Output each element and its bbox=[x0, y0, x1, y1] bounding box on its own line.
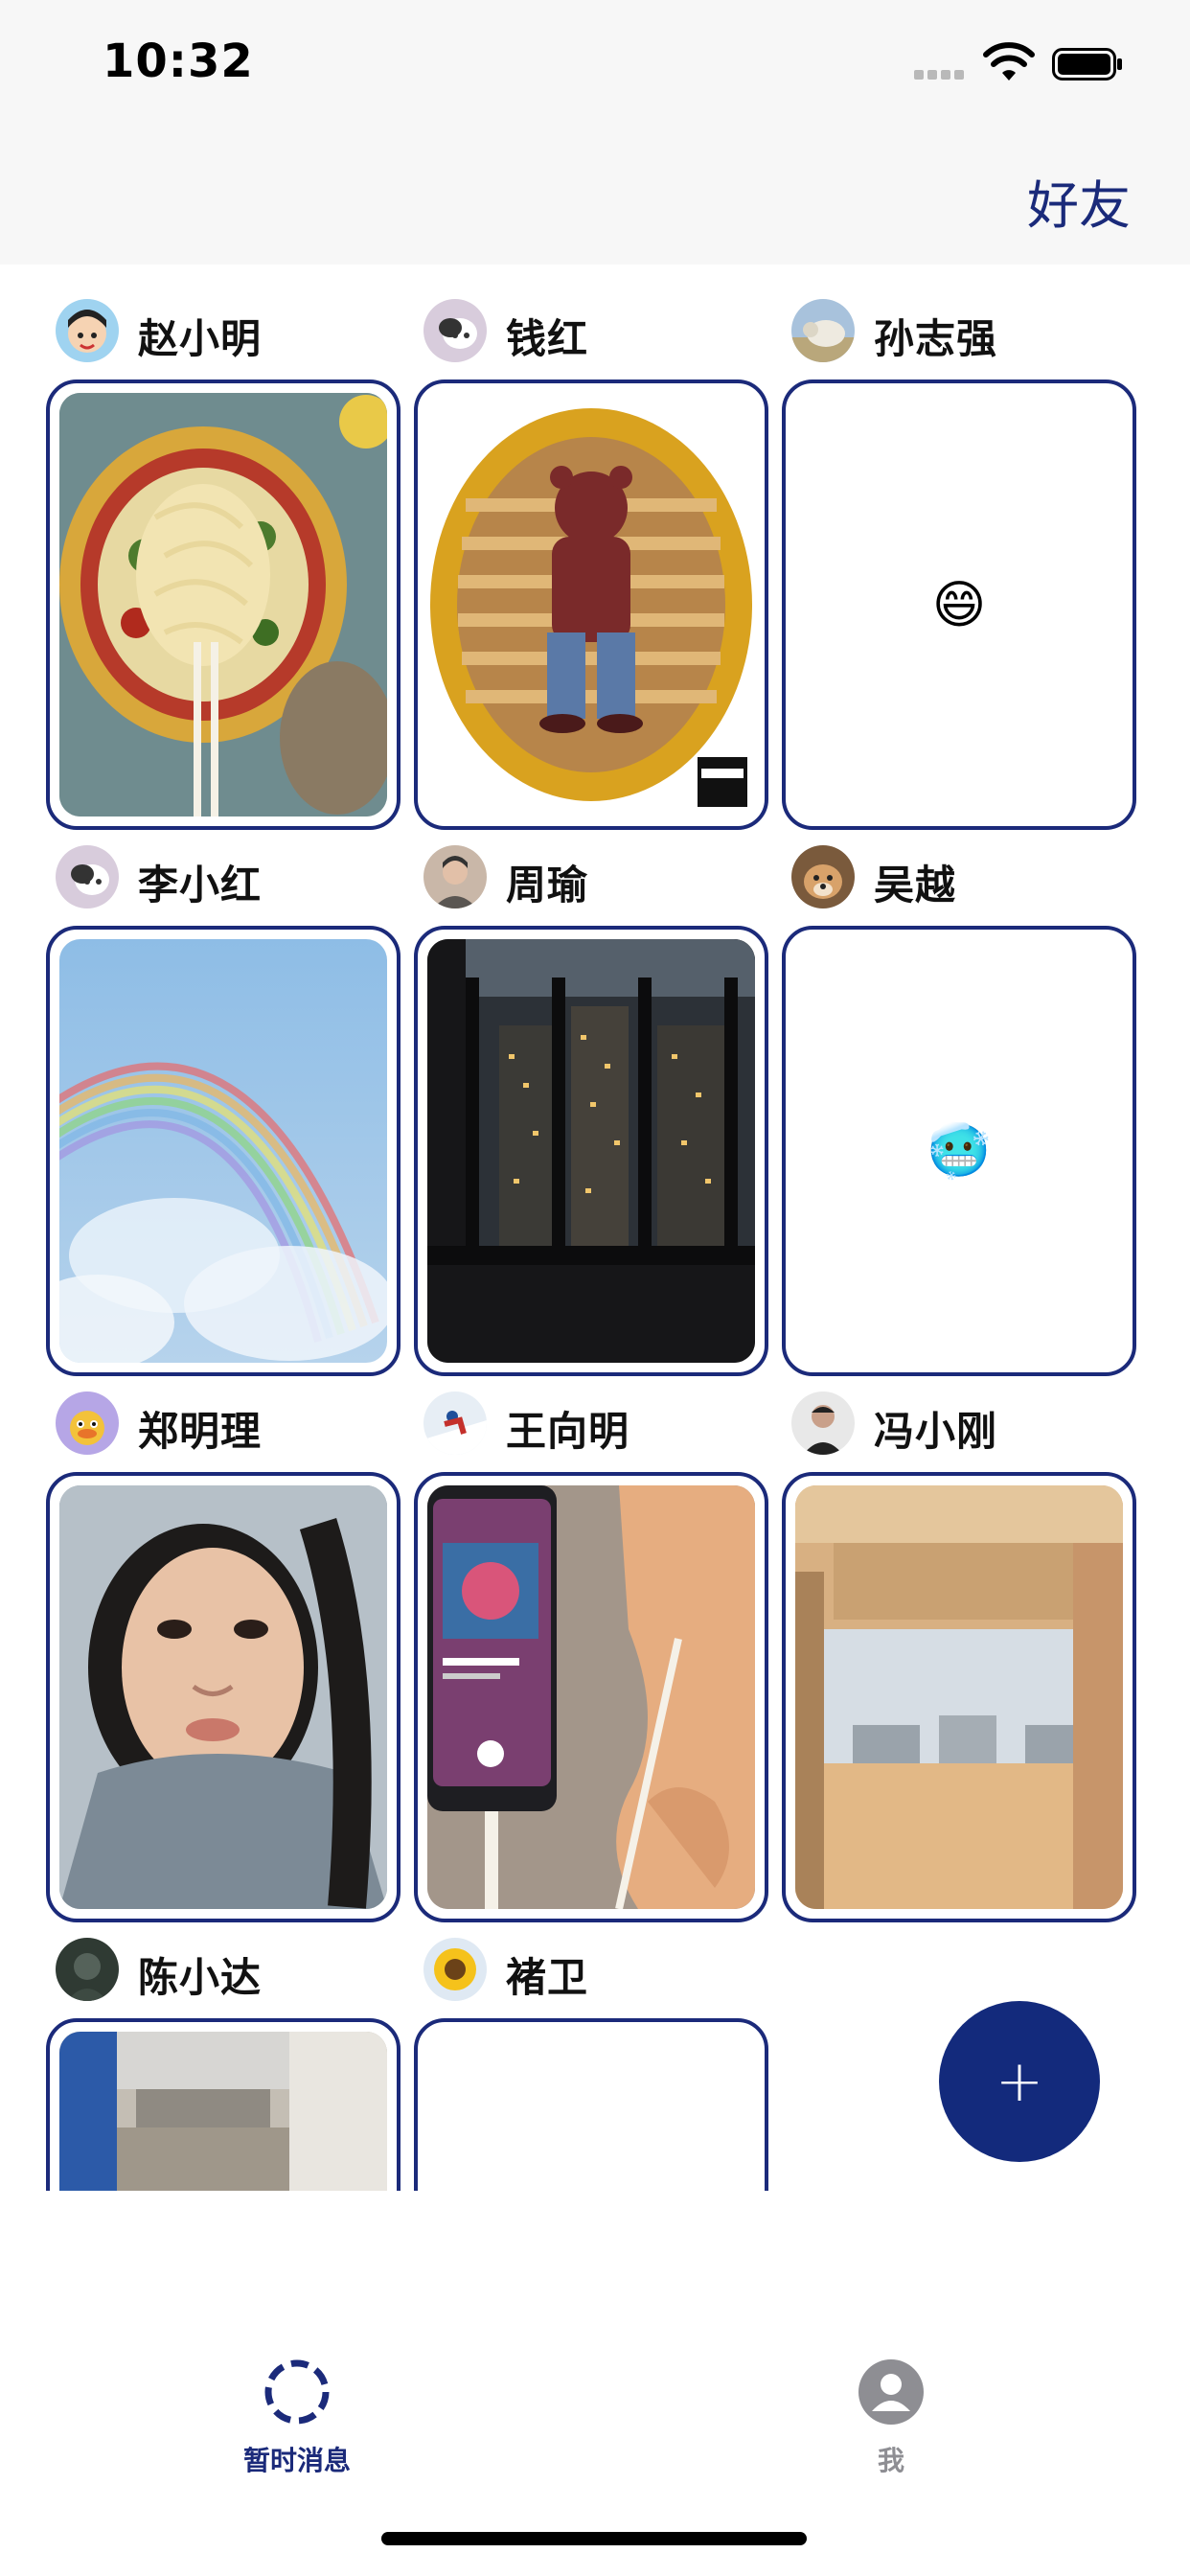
cartoon-boy-avatar bbox=[56, 299, 119, 362]
person-icon bbox=[858, 2359, 924, 2425]
person-avatar bbox=[423, 845, 487, 908]
photo-album-bear bbox=[427, 393, 755, 816]
status-bar: 10:32 bbox=[0, 0, 1190, 134]
friend-card[interactable] bbox=[782, 1472, 1136, 1922]
dark-avatar bbox=[56, 1938, 119, 2001]
friend-item[interactable]: 吴越 🥶 bbox=[782, 811, 1136, 1376]
friend-name: 吴越 bbox=[874, 862, 957, 908]
friend-card[interactable]: 😄 bbox=[782, 380, 1136, 830]
friend-item[interactable]: 王向明 bbox=[414, 1357, 768, 1922]
friend-name: 赵小明 bbox=[138, 315, 263, 362]
friend-name: 陈小达 bbox=[138, 1954, 263, 2001]
friend-card[interactable] bbox=[414, 2018, 768, 2191]
friend-name: 钱红 bbox=[506, 315, 589, 362]
photo-portrait bbox=[59, 1485, 387, 1909]
friend-name: 冯小刚 bbox=[874, 1408, 998, 1455]
friend-card[interactable] bbox=[46, 380, 400, 830]
friend-card[interactable]: 🥶 bbox=[782, 926, 1136, 1376]
cold-face-emoji: 🥶 bbox=[927, 1120, 992, 1181]
dashed-circle-icon bbox=[264, 2359, 330, 2425]
friend-item[interactable]: 李小红 bbox=[46, 811, 400, 1376]
friend-name: 孙志强 bbox=[874, 315, 998, 362]
friend-name: 褚卫 bbox=[506, 1954, 589, 2001]
tab-label: 我 bbox=[877, 2445, 904, 2476]
man-avatar bbox=[791, 1392, 855, 1455]
friend-card[interactable] bbox=[46, 1472, 400, 1922]
friends-grid[interactable]: 赵小明 钱红 孙志强 😄 李小红 周瑜 吴越 🥶 郑明理 王向明 冯小刚 陈小达… bbox=[0, 264, 1190, 2191]
friend-item[interactable]: 周瑜 bbox=[414, 811, 768, 1376]
status-time: 10:32 bbox=[103, 34, 254, 88]
friend-item[interactable]: 孙志强 😄 bbox=[782, 264, 1136, 830]
battery-icon bbox=[1052, 48, 1122, 80]
cartoon-duck-avatar bbox=[56, 1392, 119, 1455]
home-indicator bbox=[381, 2532, 807, 2545]
tab-label: 暂时消息 bbox=[242, 2445, 351, 2476]
friend-item[interactable]: 郑明理 bbox=[46, 1357, 400, 1922]
photo-rainbow bbox=[59, 939, 387, 1363]
wifi-icon bbox=[983, 42, 1035, 80]
photo-phone-music bbox=[427, 1485, 755, 1909]
sunflower-avatar bbox=[423, 1938, 487, 2001]
photo-window-night bbox=[427, 939, 755, 1363]
skier-avatar bbox=[423, 1392, 487, 1455]
cellular-signal-icon bbox=[914, 65, 968, 80]
friend-card[interactable] bbox=[414, 380, 768, 830]
friend-item[interactable]: 褚卫 bbox=[414, 1903, 768, 2191]
dog-avatar bbox=[791, 845, 855, 908]
friend-item[interactable]: 冯小刚 bbox=[782, 1357, 1136, 1922]
sheep-avatar bbox=[791, 299, 855, 362]
cartoon-cat-avatar bbox=[423, 299, 487, 362]
tab-me[interactable]: 我 bbox=[767, 2358, 1016, 2478]
plus-icon: + bbox=[995, 2048, 1044, 2115]
friends-link[interactable]: 好友 bbox=[1027, 163, 1131, 239]
navigation-bar: 好友 bbox=[0, 134, 1190, 264]
friend-item[interactable]: 陈小达 bbox=[46, 1903, 400, 2191]
add-button[interactable]: + bbox=[939, 2001, 1100, 2162]
friend-name: 李小红 bbox=[138, 862, 263, 908]
photo-balcony bbox=[795, 1485, 1123, 1909]
friend-item[interactable]: 钱红 bbox=[414, 264, 768, 830]
photo-noodles bbox=[59, 393, 387, 816]
friend-card[interactable] bbox=[46, 2018, 400, 2191]
friend-item[interactable]: 赵小明 bbox=[46, 264, 400, 830]
friend-name: 周瑜 bbox=[506, 862, 589, 908]
friend-name: 郑明理 bbox=[138, 1408, 263, 1455]
friend-name: 王向明 bbox=[506, 1408, 630, 1455]
photo-office bbox=[59, 2032, 387, 2191]
friend-card[interactable] bbox=[46, 926, 400, 1376]
grinning-face-emoji: 😄 bbox=[931, 574, 987, 635]
friend-card[interactable] bbox=[414, 926, 768, 1376]
tab-messages[interactable]: 暂时消息 bbox=[172, 2358, 422, 2478]
friend-card[interactable] bbox=[414, 1472, 768, 1922]
cartoon-cat-avatar bbox=[56, 845, 119, 908]
